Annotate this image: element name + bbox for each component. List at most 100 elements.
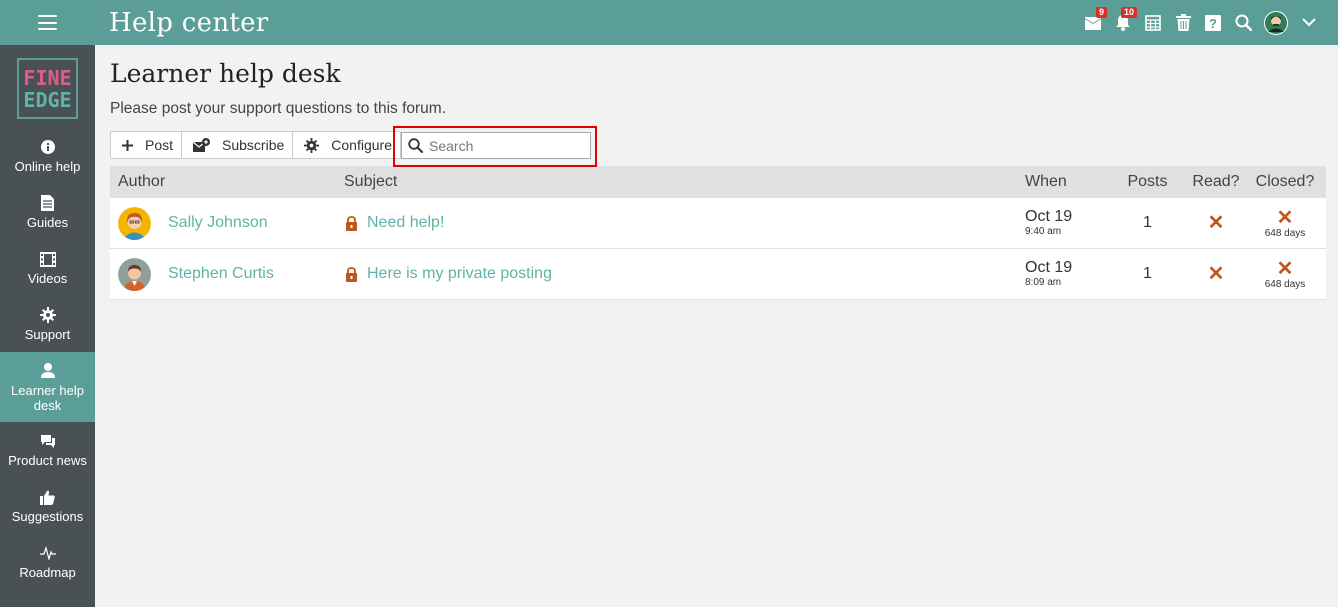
- subject-link[interactable]: Here is my private posting: [367, 265, 552, 283]
- sidebar-item-videos[interactable]: Videos: [0, 240, 95, 296]
- post-time: 9:40 am: [1025, 226, 1062, 237]
- sidebar-item-label: Learner help desk: [11, 382, 84, 413]
- sidebar-item-product-news[interactable]: Product news: [0, 422, 95, 478]
- lock-icon: [346, 266, 357, 282]
- sidebar-item-support[interactable]: Support: [0, 296, 95, 352]
- sidebar-item-label: Suggestions: [11, 509, 84, 524]
- gear-icon: [304, 137, 320, 153]
- table-header: Author Subject When Posts Read? Closed?: [110, 166, 1326, 198]
- notifications-button[interactable]: 10: [1108, 0, 1138, 45]
- read-cell: ✕: [1188, 264, 1244, 285]
- trash-button[interactable]: [1168, 0, 1198, 45]
- post-date: Oct 19: [1025, 259, 1073, 276]
- menu-button[interactable]: [0, 0, 95, 45]
- search-input[interactable]: [429, 137, 579, 154]
- chevron-down-icon: [1302, 18, 1316, 27]
- post-button-label: Post: [145, 137, 174, 153]
- sidebar-item-online-help[interactable]: Online help: [0, 128, 95, 184]
- when-cell: Oct 19 9:40 am: [1017, 208, 1107, 238]
- posts-count: 1: [1143, 214, 1152, 231]
- sidebar-item-suggestions[interactable]: Suggestions: [0, 478, 95, 534]
- post-date: Oct 19: [1025, 208, 1073, 225]
- read-x-icon: ✕: [1207, 211, 1225, 234]
- thumbs-up-icon: [40, 490, 55, 505]
- document-icon: [41, 195, 54, 211]
- closed-x-icon: ✕: [1276, 207, 1294, 229]
- search-button[interactable]: [1228, 0, 1258, 45]
- configure-button-label: Configure: [331, 137, 392, 153]
- author-cell: Sally Johnson: [110, 206, 344, 240]
- closed-x-icon: ✕: [1276, 258, 1294, 280]
- sidebar-item-roadmap[interactable]: Roadmap: [0, 534, 95, 590]
- messages-badge: 9: [1095, 7, 1107, 18]
- plus-icon: [122, 139, 133, 151]
- configure-button[interactable]: Configure: [293, 132, 400, 158]
- gear-icon: [39, 307, 56, 323]
- subject-link[interactable]: Need help!: [367, 214, 444, 232]
- forum-toolbar: Post Subscribe Configure: [110, 126, 1326, 167]
- read-cell: ✕: [1188, 213, 1244, 234]
- posts-count: 1: [1143, 265, 1152, 282]
- sidebar-item-label: Product news: [8, 453, 87, 468]
- search-highlight-frame: [393, 126, 597, 167]
- sidebar-item-label: Roadmap: [19, 565, 76, 580]
- svg-text:?: ?: [1209, 16, 1217, 31]
- notifications-badge: 10: [1120, 7, 1137, 18]
- avatar[interactable]: [118, 257, 151, 291]
- read-x-icon: ✕: [1207, 262, 1225, 285]
- column-header-read[interactable]: Read?: [1188, 173, 1244, 191]
- closed-days: 648 days: [1264, 279, 1306, 290]
- author-link[interactable]: Stephen Curtis: [168, 265, 274, 283]
- help-button[interactable]: ?: [1198, 0, 1228, 45]
- column-header-when[interactable]: When: [1017, 173, 1107, 191]
- page-title: Learner help desk: [110, 59, 341, 88]
- sidebar-item-label: Support: [24, 327, 71, 342]
- closed-days: 648 days: [1264, 228, 1306, 239]
- column-header-posts[interactable]: Posts: [1107, 173, 1188, 191]
- messages-button[interactable]: 9: [1078, 0, 1108, 45]
- help-icon: ?: [1205, 14, 1221, 31]
- discussion-table: Author Subject When Posts Read? Closed? …: [110, 166, 1326, 300]
- post-button[interactable]: Post: [111, 132, 183, 158]
- chat-icon: [40, 434, 55, 448]
- user-menu-button[interactable]: [1258, 0, 1294, 45]
- top-bar: Help center 9 10 ?: [0, 0, 1338, 45]
- person-icon: [40, 363, 55, 378]
- fine-edge-logo[interactable]: FINE EDGE: [17, 58, 78, 119]
- closed-cell: ✕ 648 days: [1244, 206, 1326, 240]
- table-row: Stephen Curtis Here is my private postin…: [110, 249, 1326, 300]
- sidebar-item-guides[interactable]: Guides: [0, 184, 95, 240]
- logo-line-1: FINE: [23, 65, 72, 90]
- calendar-icon: [1145, 14, 1161, 31]
- post-time: 8:09 am: [1025, 277, 1062, 288]
- avatar[interactable]: [118, 206, 151, 240]
- sidebar-item-label: Videos: [27, 271, 68, 286]
- trash-icon: [1175, 14, 1191, 31]
- when-cell: Oct 19 8:09 am: [1017, 259, 1107, 289]
- lock-icon: [346, 215, 357, 231]
- page-description: Please post your support questions to th…: [110, 100, 447, 117]
- subject-cell: Here is my private posting: [344, 265, 1017, 283]
- search-field[interactable]: [401, 132, 591, 159]
- column-header-subject[interactable]: Subject: [344, 173, 1017, 191]
- column-header-closed[interactable]: Closed?: [1244, 173, 1326, 191]
- sidebar-item-label: Guides: [26, 215, 69, 230]
- search-icon: [408, 138, 423, 153]
- user-dropdown-button[interactable]: [1294, 0, 1324, 45]
- subscribe-button-label: Subscribe: [222, 137, 285, 153]
- author-cell: Stephen Curtis: [110, 257, 344, 291]
- calendar-button[interactable]: [1138, 0, 1168, 45]
- info-icon: [40, 140, 55, 154]
- film-icon: [39, 251, 56, 267]
- author-link[interactable]: Sally Johnson: [168, 214, 268, 232]
- sidebar-item-learner-help-desk[interactable]: Learner help desk: [0, 352, 95, 422]
- main-content: Learner help desk Please post your suppo…: [110, 45, 1326, 300]
- column-header-author[interactable]: Author: [110, 173, 344, 191]
- sidebar-item-label: Online help: [14, 159, 81, 174]
- subscribe-button[interactable]: Subscribe: [182, 132, 294, 158]
- action-button-group: Post Subscribe Configure: [110, 131, 401, 159]
- logo-line-2: EDGE: [23, 87, 72, 112]
- hamburger-icon: [38, 15, 57, 30]
- sidebar: FINE EDGE Online help Guides Videos Supp…: [0, 45, 95, 607]
- top-icons: 9 10 ?: [1078, 0, 1324, 45]
